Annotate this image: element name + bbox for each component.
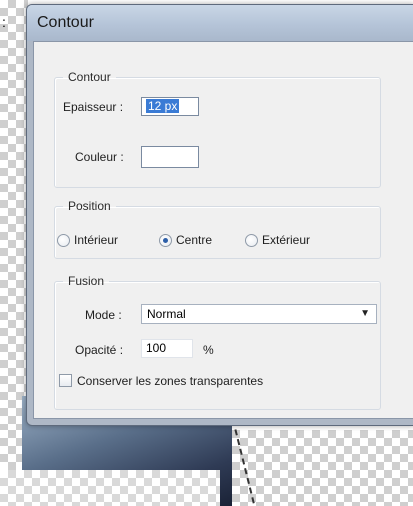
title-bar[interactable]: Contour xyxy=(27,5,413,41)
color-swatch[interactable] xyxy=(141,146,199,168)
position-group: Position Intérieur Centre Extérieur xyxy=(54,199,381,259)
mode-select[interactable]: Normal ▼ xyxy=(141,304,377,324)
fusion-legend: Fusion xyxy=(68,274,105,288)
thickness-value: 12 px xyxy=(146,99,180,113)
dialog-title: Contour xyxy=(37,14,94,31)
contour-group: Contour Epaisseur : 12 px Couleur : xyxy=(54,70,381,188)
color-label: Couleur : xyxy=(75,150,124,164)
radio-interieur[interactable]: Intérieur xyxy=(57,233,118,247)
preserve-transparency-label[interactable]: Conserver les zones transparentes xyxy=(77,374,263,388)
radio-exterieur-circle[interactable] xyxy=(245,233,258,247)
background-colon: : xyxy=(2,14,6,30)
radio-exterieur[interactable]: Extérieur xyxy=(245,233,310,247)
radio-interieur-label: Intérieur xyxy=(74,233,119,247)
chevron-down-icon: ▼ xyxy=(360,308,370,319)
thickness-label: Epaisseur : xyxy=(63,100,124,114)
contour-dialog: Contour Contour Epaisseur : 12 px Couleu… xyxy=(26,4,413,426)
thickness-input[interactable]: 12 px xyxy=(141,97,199,116)
opacity-value: 100 xyxy=(146,341,167,355)
opacity-unit: % xyxy=(203,343,214,357)
canvas-strip xyxy=(0,470,220,506)
opacity-label: Opacité : xyxy=(75,343,124,357)
fusion-group: Fusion Mode : Normal ▼ Opacité : 100 % C… xyxy=(54,274,381,410)
mode-label: Mode : xyxy=(85,308,122,322)
radio-centre-circle[interactable] xyxy=(159,233,172,247)
mode-value: Normal xyxy=(147,307,186,321)
radio-centre[interactable]: Centre xyxy=(159,233,212,247)
opacity-input[interactable]: 100 xyxy=(141,339,193,358)
preserve-transparency-checkbox[interactable] xyxy=(59,374,72,387)
radio-interieur-circle[interactable] xyxy=(57,233,70,247)
contour-legend: Contour xyxy=(68,70,111,84)
radio-centre-label: Centre xyxy=(176,233,213,247)
radio-exterieur-label: Extérieur xyxy=(262,233,311,247)
position-legend: Position xyxy=(68,199,111,213)
dialog-body: Contour Epaisseur : 12 px Couleur : Posi… xyxy=(33,41,413,419)
